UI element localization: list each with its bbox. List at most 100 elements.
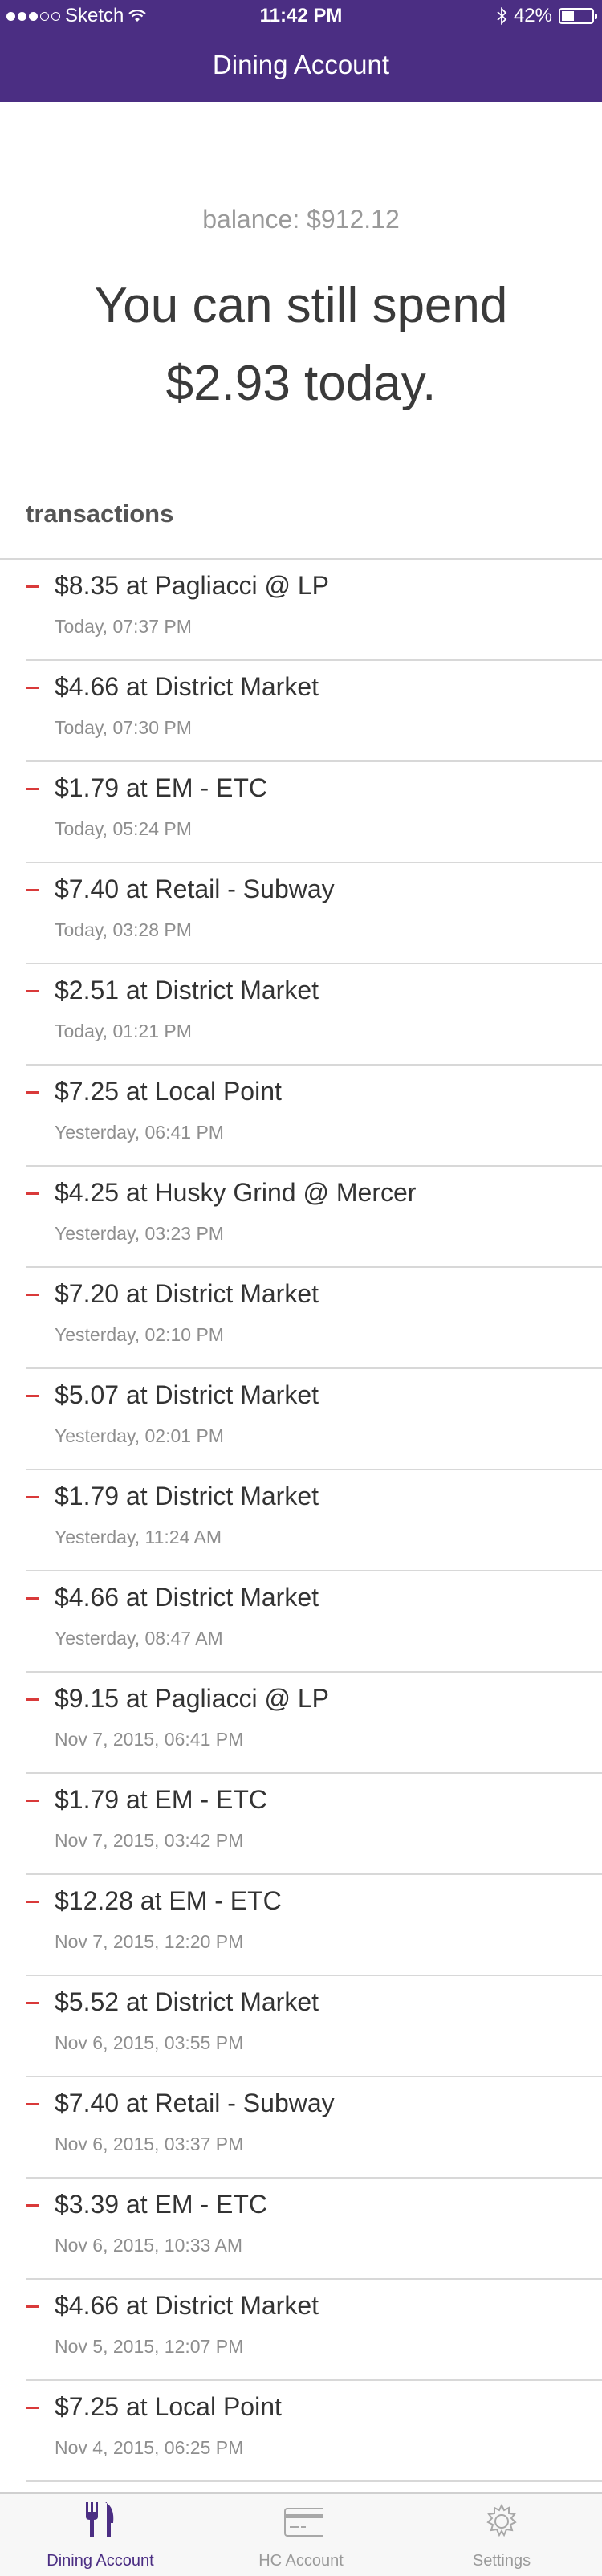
- transaction-time: Yesterday, 11:24 AM: [55, 1526, 222, 1547]
- debit-indicator-icon: [26, 585, 39, 588]
- transaction-title: $5.52 at District Market: [55, 1987, 319, 2016]
- debit-indicator-icon: [26, 788, 39, 790]
- list-item[interactable]: $1.79 at EM - ETC Today, 05:24 PM: [26, 762, 602, 863]
- transaction-title: $1.79 at EM - ETC: [55, 1785, 267, 1814]
- tab-bar: Dining Account HC Account Settings: [0, 2492, 602, 2576]
- transaction-time: Nov 7, 2015, 06:41 PM: [55, 1729, 244, 1750]
- transaction-time: Yesterday, 02:01 PM: [55, 1425, 224, 1446]
- transactions-list[interactable]: $8.35 at Pagliacci @ LP Today, 07:37 PM $4…: [0, 558, 602, 2482]
- debit-indicator-icon: [26, 1192, 39, 1195]
- debit-indicator-icon: [26, 1395, 39, 1397]
- tab-dining-account[interactable]: Dining Account: [0, 2494, 201, 2576]
- tab-label: Dining Account: [47, 2552, 154, 2570]
- transaction-title: $7.25 at Local Point: [55, 2392, 282, 2421]
- transaction-time: Nov 6, 2015, 03:37 PM: [55, 2134, 244, 2154]
- spend-line-1: You can still spend: [94, 278, 508, 333]
- tab-label: Settings: [472, 2552, 531, 2570]
- daily-spend-message: You can still spend $2.93 today.: [0, 267, 602, 422]
- transaction-title: $7.25 at Local Point: [55, 1077, 282, 1106]
- transaction-title: $4.66 at District Market: [55, 2291, 319, 2320]
- transaction-title: $2.51 at District Market: [55, 976, 319, 1005]
- spend-line-2: $2.93 today.: [165, 356, 437, 411]
- debit-indicator-icon: [26, 687, 39, 689]
- tab-settings[interactable]: Settings: [401, 2494, 602, 2576]
- balance-label: balance: $912.12: [202, 205, 400, 234]
- list-item[interactable]: $8.35 at Pagliacci @ LP Today, 07:37 PM: [26, 560, 602, 661]
- transaction-title: $7.40 at Retail - Subway: [55, 2089, 335, 2117]
- list-item[interactable]: $4.66 at District Market Yesterday, 08:47…: [26, 1571, 602, 1673]
- transaction-time: Nov 6, 2015, 10:33 AM: [55, 2235, 242, 2256]
- debit-indicator-icon: [26, 2103, 39, 2105]
- transaction-title: $3.39 at EM - ETC: [55, 2190, 267, 2219]
- transaction-time: Nov 7, 2015, 12:20 PM: [55, 1931, 244, 1952]
- transaction-title: $9.15 at Pagliacci @ LP: [55, 1684, 330, 1713]
- transaction-time: Today, 05:24 PM: [55, 818, 192, 839]
- transaction-title: $12.28 at EM - ETC: [55, 1886, 282, 1915]
- status-bar: Sketch 11:42 PM 42%: [0, 0, 602, 32]
- transaction-title: $7.20 at District Market: [55, 1279, 319, 1308]
- list-item[interactable]: $5.52 at District Market Nov 6, 2015, 03:…: [26, 1976, 602, 2077]
- transaction-title: $7.40 at Retail - Subway: [55, 874, 335, 903]
- debit-indicator-icon: [26, 1091, 39, 1094]
- transaction-title: $4.25 at Husky Grind @ Mercer: [55, 1178, 417, 1207]
- transaction-time: Nov 5, 2015, 12:07 PM: [55, 2336, 244, 2357]
- list-item[interactable]: $4.66 at District Market Nov 5, 2015, 12:…: [26, 2280, 602, 2381]
- list-item[interactable]: $7.40 at Retail - Subway Nov 6, 2015, 03:…: [26, 2077, 602, 2179]
- transaction-time: Nov 7, 2015, 03:42 PM: [55, 1830, 244, 1851]
- list-item[interactable]: $4.25 at Husky Grind @ Mercer Yesterday, …: [26, 1167, 602, 1268]
- debit-indicator-icon: [26, 2305, 39, 2308]
- transaction-time: Yesterday, 08:47 AM: [55, 1628, 223, 1649]
- list-item[interactable]: $1.79 at District Market Yesterday, 11:24…: [26, 1470, 602, 1571]
- transaction-time: Today, 07:30 PM: [55, 717, 192, 738]
- status-right: 42%: [496, 5, 597, 27]
- transaction-time: Yesterday, 03:23 PM: [55, 1223, 224, 1244]
- list-item[interactable]: $2.51 at District Market Today, 01:21 PM: [26, 964, 602, 1066]
- list-item[interactable]: $3.39 at EM - ETC Nov 6, 2015, 10:33 AM: [26, 2179, 602, 2280]
- debit-indicator-icon: [26, 1901, 39, 1903]
- top-bar: Sketch 11:42 PM 42% Dining Account: [0, 0, 602, 102]
- debit-indicator-icon: [26, 1294, 39, 1296]
- list-item[interactable]: $12.28 at EM - ETC Nov 7, 2015, 12:20 PM: [26, 1875, 602, 1976]
- list-item[interactable]: $7.20 at District Market Yesterday, 02:10…: [26, 1268, 602, 1369]
- battery-icon: [559, 8, 597, 24]
- list-item[interactable]: $7.25 at Local Point Nov 4, 2015, 06:25 P…: [26, 2381, 602, 2482]
- list-item[interactable]: $7.40 at Retail - Subway Today, 03:28 PM: [26, 863, 602, 964]
- list-item[interactable]: $5.07 at District Market Yesterday, 02:01…: [26, 1369, 602, 1470]
- transaction-time: Today, 07:37 PM: [55, 616, 192, 637]
- transaction-title: $4.66 at District Market: [55, 1583, 319, 1612]
- transaction-time: Today, 01:21 PM: [55, 1021, 192, 1041]
- tab-label: HC Account: [258, 2552, 344, 2570]
- transactions-header: transactions: [26, 499, 174, 528]
- list-item[interactable]: $1.79 at EM - ETC Nov 7, 2015, 03:42 PM: [26, 1774, 602, 1875]
- debit-indicator-icon: [26, 2002, 39, 2004]
- debit-indicator-icon: [26, 1597, 39, 1600]
- transaction-time: Nov 6, 2015, 03:55 PM: [55, 2032, 244, 2053]
- tab-hc-account[interactable]: HC Account: [201, 2494, 401, 2576]
- transaction-time: Nov 4, 2015, 06:25 PM: [55, 2437, 244, 2458]
- transaction-title: $1.79 at EM - ETC: [55, 773, 267, 802]
- transaction-title: $1.79 at District Market: [55, 1482, 319, 1510]
- debit-indicator-icon: [26, 1698, 39, 1701]
- balance-summary: balance: $912.12 You can still spend $2.…: [0, 102, 602, 479]
- list-item[interactable]: $4.66 at District Market Today, 07:30 PM: [26, 661, 602, 762]
- fork-knife-icon: [86, 2502, 114, 2537]
- debit-indicator-icon: [26, 1800, 39, 1802]
- page-title: Dining Account: [212, 50, 390, 79]
- transaction-title: $8.35 at Pagliacci @ LP: [55, 571, 330, 600]
- debit-indicator-icon: [26, 990, 39, 992]
- transaction-time: Yesterday, 06:41 PM: [55, 1122, 224, 1143]
- card-icon: [284, 2508, 323, 2537]
- debit-indicator-icon: [26, 1496, 39, 1498]
- gear-icon: [486, 2503, 517, 2537]
- debit-indicator-icon: [26, 889, 39, 891]
- debit-indicator-icon: [26, 2407, 39, 2409]
- list-item[interactable]: $9.15 at Pagliacci @ LP Nov 7, 2015, 06:4…: [26, 1673, 602, 1774]
- transaction-time: Yesterday, 02:10 PM: [55, 1324, 224, 1345]
- transaction-time: Today, 03:28 PM: [55, 919, 192, 940]
- transaction-title: $5.07 at District Market: [55, 1380, 319, 1409]
- battery-percent: 42%: [513, 5, 552, 26]
- transaction-title: $4.66 at District Market: [55, 672, 319, 701]
- bluetooth-icon: [497, 7, 507, 25]
- debit-indicator-icon: [26, 2204, 39, 2207]
- list-item[interactable]: $7.25 at Local Point Yesterday, 06:41 PM: [26, 1066, 602, 1167]
